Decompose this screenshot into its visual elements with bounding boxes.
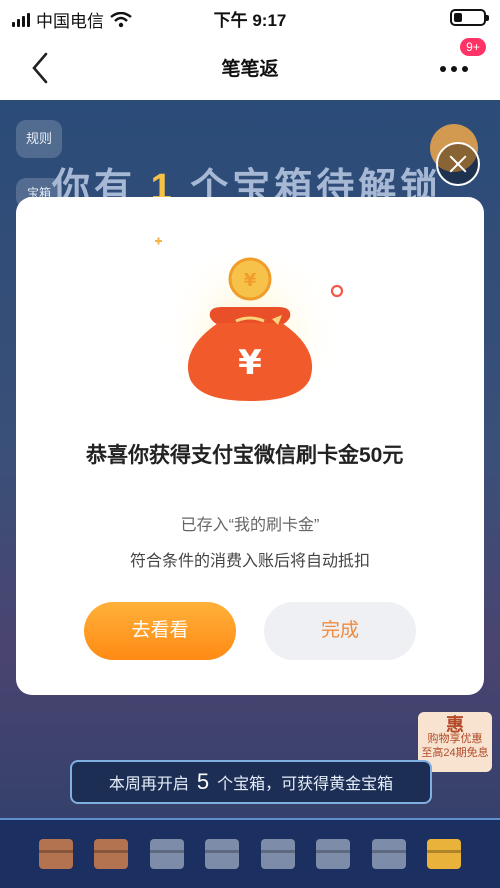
chest-icon[interactable] bbox=[316, 839, 351, 869]
bag-symbol: ¥ bbox=[238, 343, 262, 383]
done-button[interactable]: 完成 bbox=[264, 602, 416, 660]
close-icon[interactable] bbox=[436, 142, 480, 186]
chest-icon[interactable] bbox=[205, 839, 240, 869]
week-text-post: 个宝箱，可获得黄金宝箱 bbox=[217, 776, 394, 793]
week-count: 5 bbox=[196, 769, 210, 794]
stored-note: 已存入“我的刷卡金” bbox=[180, 517, 320, 534]
chest-row bbox=[0, 818, 500, 888]
coin-symbol: ¥ bbox=[244, 270, 257, 291]
chest-icon[interactable] bbox=[149, 839, 184, 869]
week-text-pre: 本周再开启 bbox=[108, 776, 189, 793]
nav-bar: 笔笔返 9+ bbox=[0, 34, 500, 100]
chest-icon[interactable] bbox=[371, 839, 406, 869]
promo-title: 惠 bbox=[446, 715, 464, 735]
more-button[interactable]: 9+ bbox=[434, 38, 486, 90]
more-icon bbox=[440, 66, 468, 72]
deduct-note: 符合条件的消费入账后将自动抵扣 bbox=[129, 553, 370, 570]
promo-line: 购物享优惠 bbox=[427, 733, 483, 745]
status-time: 下午 9:17 bbox=[213, 11, 287, 30]
chest-icon[interactable] bbox=[260, 839, 295, 869]
status-bar: 中国电信 下午 9:17 bbox=[0, 0, 500, 34]
view-button[interactable]: 去看看 bbox=[84, 602, 236, 660]
chest-icon[interactable] bbox=[94, 839, 129, 869]
chest-icon[interactable] bbox=[38, 839, 73, 869]
page-title: 笔笔返 bbox=[221, 59, 279, 80]
battery-icon bbox=[450, 9, 489, 26]
notification-badge: 9+ bbox=[460, 38, 486, 56]
reward-modal: ¥ ¥ 恭喜你获得支付宝微信刷卡金50元 已存入“我的刷卡金” 符合条件的消费入… bbox=[16, 197, 484, 695]
rules-button[interactable]: 规则 bbox=[16, 120, 62, 158]
money-bag-illustration: ¥ ¥ bbox=[155, 232, 344, 409]
weekly-progress-bar: 本周再开启 5 个宝箱，可获得黄金宝箱 bbox=[70, 760, 432, 804]
promo-line: 至高24期免息 bbox=[421, 747, 489, 759]
reward-message: 恭喜你获得支付宝微信刷卡金50元 bbox=[86, 444, 404, 467]
chest-icon[interactable] bbox=[427, 839, 462, 869]
